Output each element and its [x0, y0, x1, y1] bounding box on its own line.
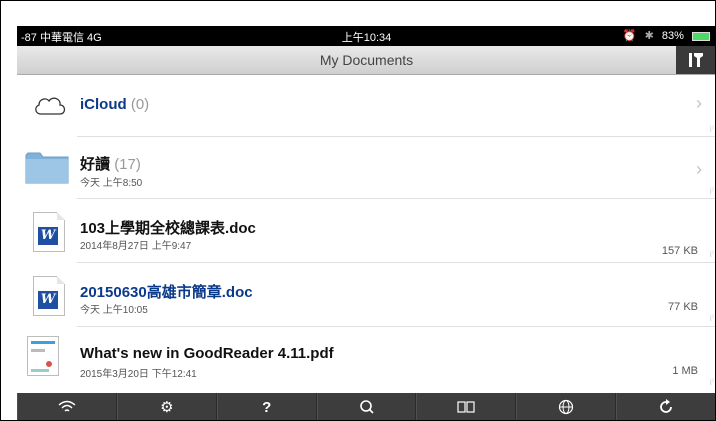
list-item-folder[interactable]: 好讀 (17) 今天 上午8:50 › i⁾ — [17, 137, 716, 199]
item-name: What's new in GoodReader 4.11.pdf — [80, 345, 334, 362]
status-right: ⏰ ✱ 83% — [618, 29, 710, 42]
wifi-icon — [58, 400, 76, 412]
globe-icon — [559, 399, 574, 415]
refresh-icon — [660, 399, 672, 413]
tools-button[interactable] — [676, 46, 716, 74]
item-name: 103上學期全校總課表.doc — [80, 220, 256, 237]
list-item-file[interactable]: W 103上學期全校總課表.doc 2014年8月27日 上午9:47 157 … — [17, 199, 716, 263]
clock: 上午10:34 — [341, 32, 392, 44]
help-button[interactable]: ? — [216, 393, 317, 421]
item-name: 好讀 — [80, 156, 111, 173]
word-doc-icon: W — [33, 276, 65, 316]
settings-button[interactable]: ⚙ — [116, 393, 217, 421]
icloud-title: iCloud (0) — [80, 96, 149, 113]
word-doc-icon: W — [33, 212, 65, 252]
nav-bar: My Documents — [17, 46, 716, 75]
wifi-transfer-button[interactable] — [17, 393, 117, 421]
folder-icon — [25, 152, 69, 184]
item-count: (0) — [130, 96, 150, 113]
list-item-file[interactable]: W 20150630高雄市簡章.doc 今天 上午10:05 77 KB i⁾ — [17, 263, 716, 327]
item-date: 今天 上午10:05 — [80, 305, 148, 316]
refresh-button[interactable] — [616, 393, 716, 421]
alarm-icon: ⏰ — [622, 30, 637, 42]
item-name: iCloud — [80, 96, 127, 113]
item-size: 1 MB — [672, 365, 698, 377]
bottom-toolbar: ⚙ ? — [17, 393, 716, 421]
gear-icon: ⚙ — [160, 399, 174, 416]
folder-title: 好讀 (17) — [80, 153, 141, 174]
chevron-right-icon: › — [696, 93, 702, 113]
info-icon[interactable]: i⁾ — [710, 186, 714, 197]
info-icon[interactable]: i⁾ — [710, 313, 714, 324]
info-icon[interactable]: i⁾ — [710, 249, 714, 260]
search-icon — [359, 400, 374, 414]
item-date: 今天 上午8:50 — [80, 178, 143, 189]
battery-percent: 83% — [661, 30, 684, 42]
status-bar: -87 中華電信 4G 上午10:34 ⏰ ✱ 83% — [17, 26, 716, 46]
web-button[interactable] — [516, 393, 617, 421]
list-item-file[interactable]: What's new in GoodReader 4.11.pdf 2015年3… — [17, 327, 716, 392]
pdf-thumbnail-icon — [27, 336, 59, 376]
item-count: (17) — [114, 156, 141, 173]
item-size: 157 KB — [661, 245, 698, 257]
ipad-screen: -87 中華電信 4G 上午10:34 ⏰ ✱ 83% My Documents — [0, 0, 716, 421]
page-title: My Documents — [319, 52, 414, 68]
chevron-right-icon: › — [696, 159, 702, 179]
item-name: 20150630高雄市簡章.doc — [80, 284, 253, 301]
item-date: 2015年3月20日 下午12:41 — [80, 369, 197, 380]
book-icon — [457, 401, 475, 413]
tools-icon — [689, 53, 703, 67]
info-icon[interactable]: i⁾ — [710, 124, 714, 135]
help-icon: ? — [262, 398, 272, 416]
file-list: iCloud (0) › i⁾ 好讀 (17) 今天 上午8:50 › i⁾ W… — [17, 75, 716, 392]
item-date: 2014年8月27日 上午9:47 — [80, 241, 192, 252]
cloud-icon — [35, 97, 66, 115]
list-item-icloud[interactable]: iCloud (0) › i⁾ — [17, 75, 716, 137]
bluetooth-icon: ✱ — [644, 30, 654, 42]
reader-button[interactable] — [416, 393, 517, 421]
item-size: 77 KB — [668, 301, 698, 313]
search-button[interactable] — [316, 393, 417, 421]
info-icon[interactable]: i⁾ — [710, 377, 714, 388]
battery-icon — [692, 31, 710, 41]
